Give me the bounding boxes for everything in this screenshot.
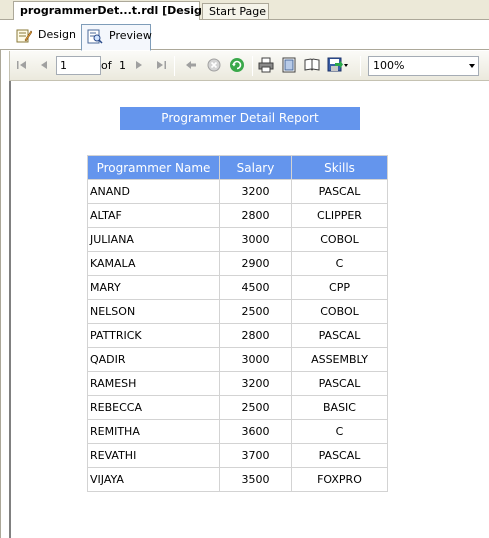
design-icon: [16, 29, 32, 43]
preview-icon: [87, 29, 103, 44]
tab-preview-label: Preview: [109, 29, 152, 42]
table-header-row: Programmer Name Salary Skills: [87, 155, 388, 180]
salary-cell: 2500: [219, 395, 292, 420]
refresh-icon[interactable]: [229, 57, 245, 73]
skills-cell: COBOL: [291, 227, 388, 252]
skills-cell: C: [291, 419, 388, 444]
tab-preview[interactable]: Preview: [81, 24, 152, 51]
salary-cell: 3600: [219, 419, 292, 444]
skills-cell: PASCAL: [291, 323, 388, 348]
doc-tab-start-page[interactable]: Start Page: [202, 3, 269, 20]
programmer-table: Programmer Name Salary Skills ANAND 3200 P…: [87, 155, 388, 492]
programmer-name-cell: JULIANA: [87, 227, 220, 252]
salary-cell: 3500: [219, 467, 292, 492]
report-viewer-toolbar: 1 of 1 100%: [9, 51, 489, 81]
doc-tab-label: programmerDet...t.rdl [Design]: [20, 4, 215, 17]
of-label: of: [101, 59, 112, 72]
programmer-name-cell: MARY: [87, 275, 220, 300]
programmer-name-cell: NELSON: [87, 299, 220, 324]
page-number-value: 1: [60, 59, 67, 72]
tab-design[interactable]: Design: [11, 24, 79, 48]
table-row: NELSON 2500 COBOL: [87, 299, 388, 324]
toolbar-separator: [252, 56, 253, 76]
total-pages: 1: [119, 59, 126, 72]
chevron-down-icon: [469, 64, 475, 68]
zoom-select[interactable]: 100%: [368, 56, 479, 76]
skills-cell: PASCAL: [291, 179, 388, 204]
doc-tab-label: Start Page: [209, 5, 266, 18]
page-number-input[interactable]: 1: [56, 56, 101, 75]
programmer-name-cell: PATTRICK: [87, 323, 220, 348]
column-header-programmer-name: Programmer Name: [87, 155, 220, 180]
programmer-name-cell: ALTAF: [87, 203, 220, 228]
back-icon[interactable]: [183, 57, 199, 73]
skills-cell: ASSEMBLY: [291, 347, 388, 372]
salary-cell: 2800: [219, 203, 292, 228]
stop-icon[interactable]: [206, 57, 222, 73]
table-row: KAMALA 2900 C: [87, 251, 388, 276]
toolbar-separator: [174, 56, 175, 76]
programmer-name-cell: KAMALA: [87, 251, 220, 276]
salary-cell: 3000: [219, 227, 292, 252]
skills-cell: C: [291, 251, 388, 276]
table-row: ANAND 3200 PASCAL: [87, 179, 388, 204]
column-header-skills: Skills: [291, 155, 388, 180]
toolbar-separator: [360, 56, 361, 76]
last-page-icon[interactable]: [153, 57, 169, 73]
report-title: Programmer Detail Report: [120, 107, 360, 130]
table-row: REMITHA 3600 C: [87, 419, 388, 444]
document-tab-strip: programmerDet...t.rdl [Design] Start Pag…: [0, 0, 489, 21]
salary-cell: 2500: [219, 299, 292, 324]
programmer-name-cell: VIJAYA: [87, 467, 220, 492]
export-icon[interactable]: [327, 57, 349, 73]
salary-cell: 3000: [219, 347, 292, 372]
skills-cell: COBOL: [291, 299, 388, 324]
salary-cell: 4500: [219, 275, 292, 300]
table-row: PATTRICK 2800 PASCAL: [87, 323, 388, 348]
salary-cell: 3700: [219, 443, 292, 468]
salary-cell: 3200: [219, 179, 292, 204]
skills-cell: PASCAL: [291, 443, 388, 468]
print-icon[interactable]: [258, 57, 274, 73]
first-page-icon[interactable]: [14, 57, 30, 73]
tab-design-label: Design: [38, 28, 76, 41]
salary-cell: 2800: [219, 323, 292, 348]
zoom-value: 100%: [373, 59, 405, 72]
table-row: ALTAF 2800 CLIPPER: [87, 203, 388, 228]
print-layout-icon[interactable]: [281, 57, 297, 73]
skills-cell: PASCAL: [291, 371, 388, 396]
programmer-name-cell: RAMESH: [87, 371, 220, 396]
skills-cell: FOXPRO: [291, 467, 388, 492]
next-page-icon[interactable]: [131, 57, 147, 73]
table-row: REVATHI 3700 PASCAL: [87, 443, 388, 468]
programmer-name-cell: REBECCA: [87, 395, 220, 420]
table-row: REBECCA 2500 BASIC: [87, 395, 388, 420]
view-tab-strip: Design Preview: [0, 20, 489, 51]
skills-cell: BASIC: [291, 395, 388, 420]
doc-tab-report-design[interactable]: programmerDet...t.rdl [Design]: [13, 1, 215, 21]
table-row: JULIANA 3000 COBOL: [87, 227, 388, 252]
column-header-salary: Salary: [219, 155, 292, 180]
table-row: VIJAYA 3500 FOXPRO: [87, 467, 388, 492]
previous-page-icon[interactable]: [36, 57, 52, 73]
salary-cell: 2900: [219, 251, 292, 276]
page-setup-icon[interactable]: [304, 57, 320, 73]
skills-cell: CPP: [291, 275, 388, 300]
table-row: QADIR 3000 ASSEMBLY: [87, 347, 388, 372]
programmer-name-cell: REMITHA: [87, 419, 220, 444]
table-row: RAMESH 3200 PASCAL: [87, 371, 388, 396]
programmer-name-cell: ANAND: [87, 179, 220, 204]
table-row: MARY 4500 CPP: [87, 275, 388, 300]
skills-cell: CLIPPER: [291, 203, 388, 228]
salary-cell: 3200: [219, 371, 292, 396]
report-preview-area: Programmer Detail Report Programmer Name…: [11, 82, 489, 538]
programmer-name-cell: REVATHI: [87, 443, 220, 468]
programmer-name-cell: QADIR: [87, 347, 220, 372]
